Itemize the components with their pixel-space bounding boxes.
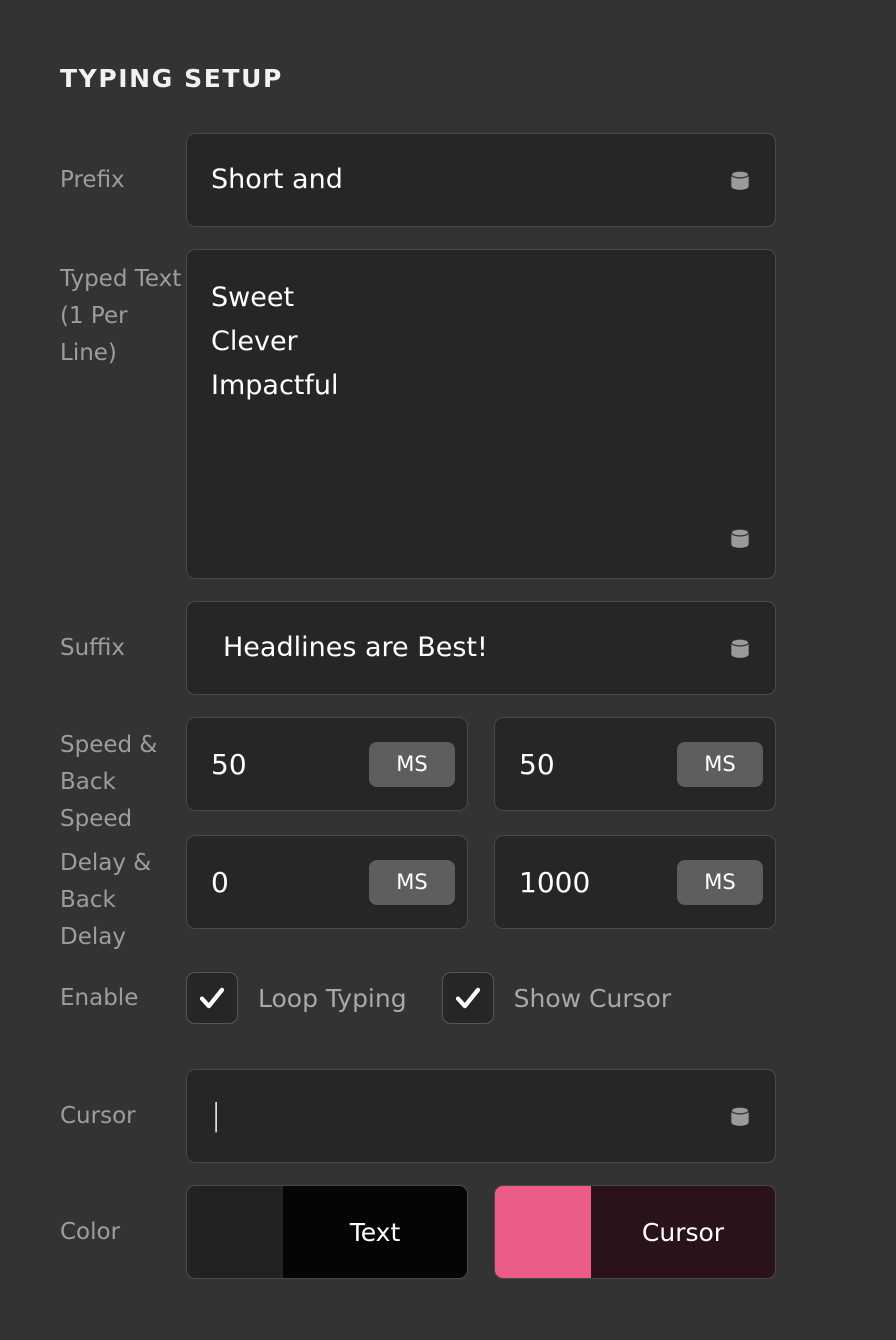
- suffix-value: Headlines are Best!: [223, 632, 488, 664]
- back-speed-input[interactable]: 50 MS: [494, 717, 776, 811]
- prefix-row: Prefix Short and: [0, 133, 896, 227]
- cursor-row: Cursor |: [0, 1069, 896, 1163]
- cursor-value: |: [211, 1098, 221, 1134]
- delay-value: 0: [211, 866, 229, 899]
- show-cursor-label: Show Cursor: [514, 984, 672, 1013]
- cursor-input[interactable]: |: [186, 1069, 776, 1163]
- text-color-swatch[interactable]: [187, 1186, 283, 1278]
- loop-typing-checkbox[interactable]: [186, 972, 238, 1024]
- color-label: Color: [0, 1185, 186, 1279]
- text-color-button[interactable]: Text: [186, 1185, 468, 1279]
- enable-row: Enable Loop Typing Show Cursor: [0, 972, 896, 1024]
- cursor-color-button[interactable]: Cursor: [494, 1185, 776, 1279]
- typed-text-textarea[interactable]: Sweet Clever Impactful: [186, 249, 776, 579]
- database-icon[interactable]: [727, 636, 753, 662]
- loop-typing-group[interactable]: Loop Typing: [186, 972, 407, 1024]
- speed-input[interactable]: 50 MS: [186, 717, 468, 811]
- loop-typing-label: Loop Typing: [258, 984, 407, 1013]
- delay-row: Delay & Back Delay 0 MS 1000 MS: [0, 835, 896, 956]
- speed-label: Speed & Back Speed: [0, 717, 186, 838]
- database-icon[interactable]: [727, 168, 753, 194]
- prefix-input[interactable]: Short and: [186, 133, 776, 227]
- delay-unit-button[interactable]: MS: [369, 860, 455, 905]
- database-icon[interactable]: [727, 1104, 753, 1130]
- typed-text-row: Typed Text (1 Per Line) Sweet Clever Imp…: [0, 249, 896, 579]
- suffix-label: Suffix: [0, 601, 186, 695]
- prefix-label: Prefix: [0, 133, 186, 227]
- text-color-body[interactable]: Text: [283, 1186, 467, 1278]
- suffix-input[interactable]: Headlines are Best!: [186, 601, 776, 695]
- cursor-color-body[interactable]: Cursor: [591, 1186, 775, 1278]
- database-icon[interactable]: [727, 526, 753, 552]
- back-speed-unit-button[interactable]: MS: [677, 742, 763, 787]
- typed-text-value: Sweet Clever Impactful: [211, 282, 339, 401]
- prefix-value: Short and: [211, 164, 343, 196]
- cursor-label: Cursor: [0, 1069, 186, 1163]
- back-delay-unit-button[interactable]: MS: [677, 860, 763, 905]
- delay-label: Delay & Back Delay: [0, 835, 186, 956]
- suffix-row: Suffix Headlines are Best!: [0, 601, 896, 695]
- typing-setup-panel: TYPING SETUP Prefix Short and Typed Text…: [0, 0, 896, 1340]
- delay-input[interactable]: 0 MS: [186, 835, 468, 929]
- speed-unit-button[interactable]: MS: [369, 742, 455, 787]
- back-delay-input[interactable]: 1000 MS: [494, 835, 776, 929]
- cursor-color-swatch[interactable]: [495, 1186, 591, 1278]
- show-cursor-group[interactable]: Show Cursor: [442, 972, 672, 1024]
- enable-label: Enable: [0, 972, 186, 1024]
- cursor-color-button-label: Cursor: [642, 1218, 724, 1247]
- back-speed-value: 50: [519, 748, 555, 781]
- page-title: TYPING SETUP: [60, 64, 283, 93]
- show-cursor-checkbox[interactable]: [442, 972, 494, 1024]
- speed-value: 50: [211, 748, 247, 781]
- text-color-button-label: Text: [350, 1218, 401, 1247]
- typed-text-label: Typed Text (1 Per Line): [0, 249, 186, 372]
- color-row: Color Text Cursor: [0, 1185, 896, 1279]
- back-delay-value: 1000: [519, 866, 590, 899]
- speed-row: Speed & Back Speed 50 MS 50 MS: [0, 717, 896, 838]
